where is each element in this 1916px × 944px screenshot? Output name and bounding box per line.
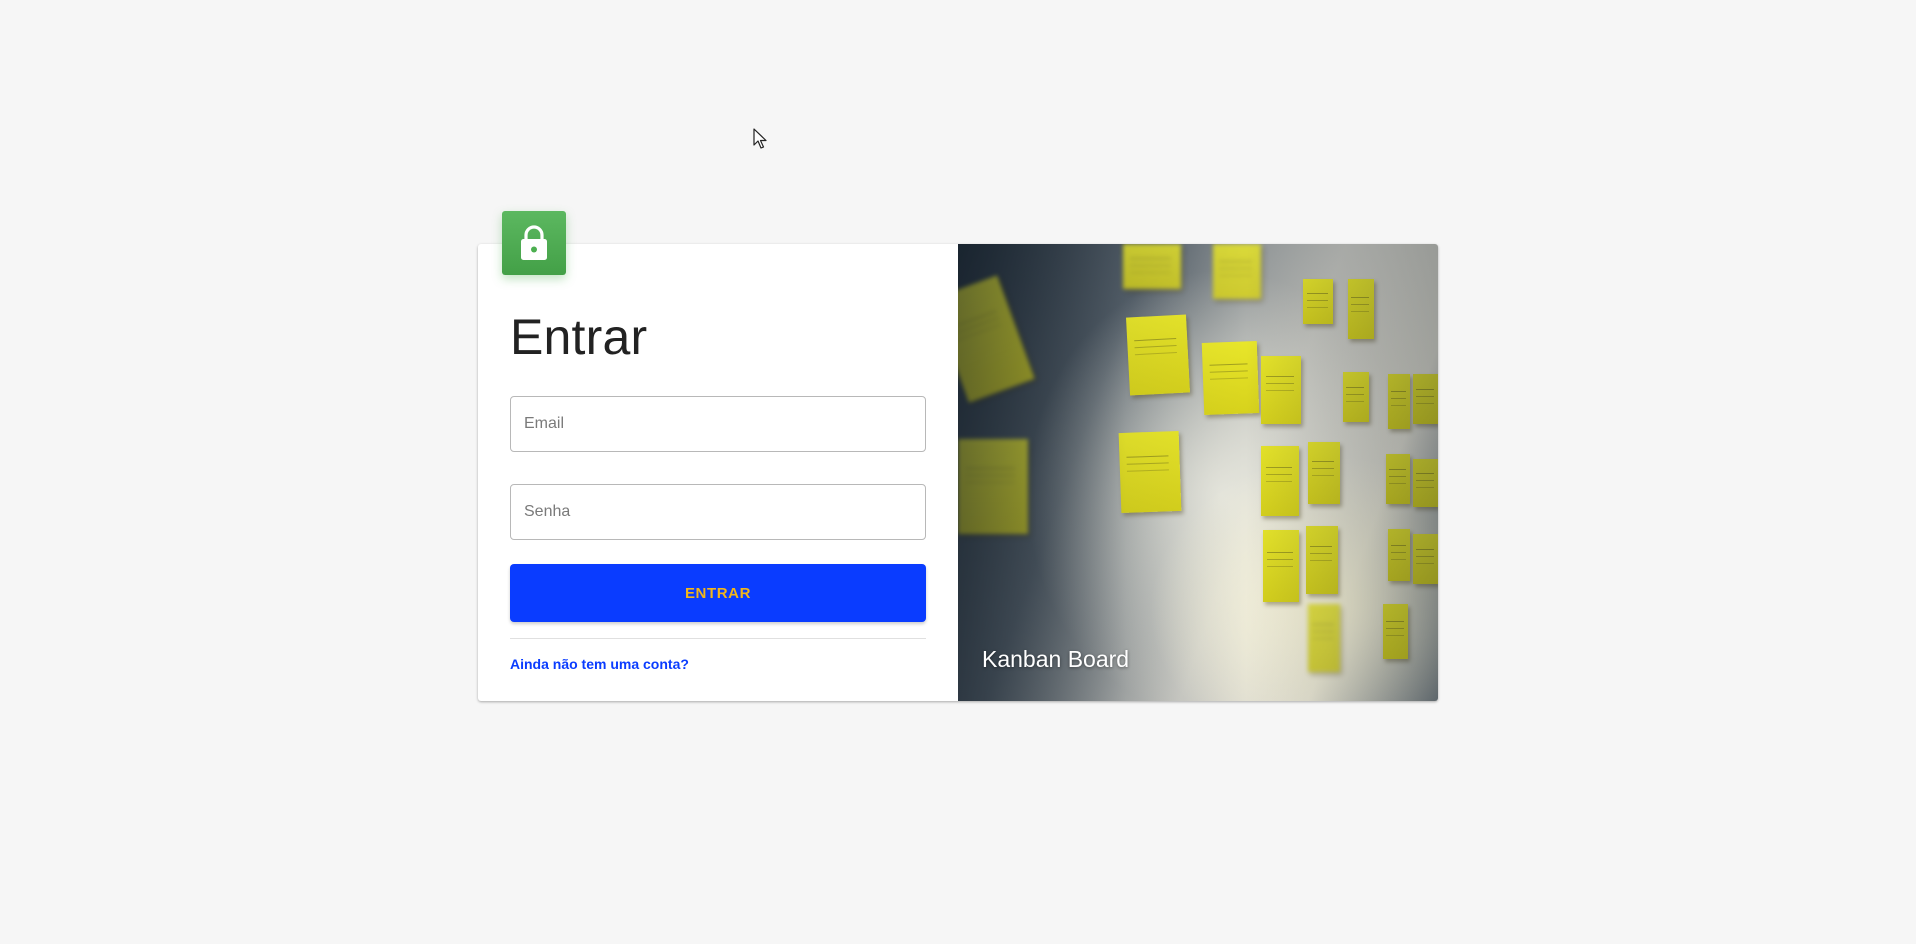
mouse-cursor-icon <box>753 128 767 149</box>
password-field[interactable] <box>510 484 926 540</box>
lock-badge <box>502 211 566 275</box>
email-input[interactable] <box>511 397 925 451</box>
login-card: Entrar ENTRAR Ainda não tem uma conta? <box>478 211 1438 701</box>
email-field[interactable] <box>510 396 926 452</box>
kanban-image-panel: Kanban Board <box>958 244 1438 701</box>
login-form-panel: Entrar ENTRAR Ainda não tem uma conta? <box>478 211 958 701</box>
page-title: Entrar <box>510 309 648 365</box>
signup-link[interactable]: Ainda não tem uma conta? <box>510 656 689 672</box>
image-vignette <box>958 244 1438 701</box>
image-caption: Kanban Board <box>982 646 1130 672</box>
password-input[interactable] <box>511 485 925 539</box>
login-button[interactable]: ENTRAR <box>510 564 926 622</box>
divider <box>510 638 926 639</box>
lock-icon <box>521 225 547 260</box>
